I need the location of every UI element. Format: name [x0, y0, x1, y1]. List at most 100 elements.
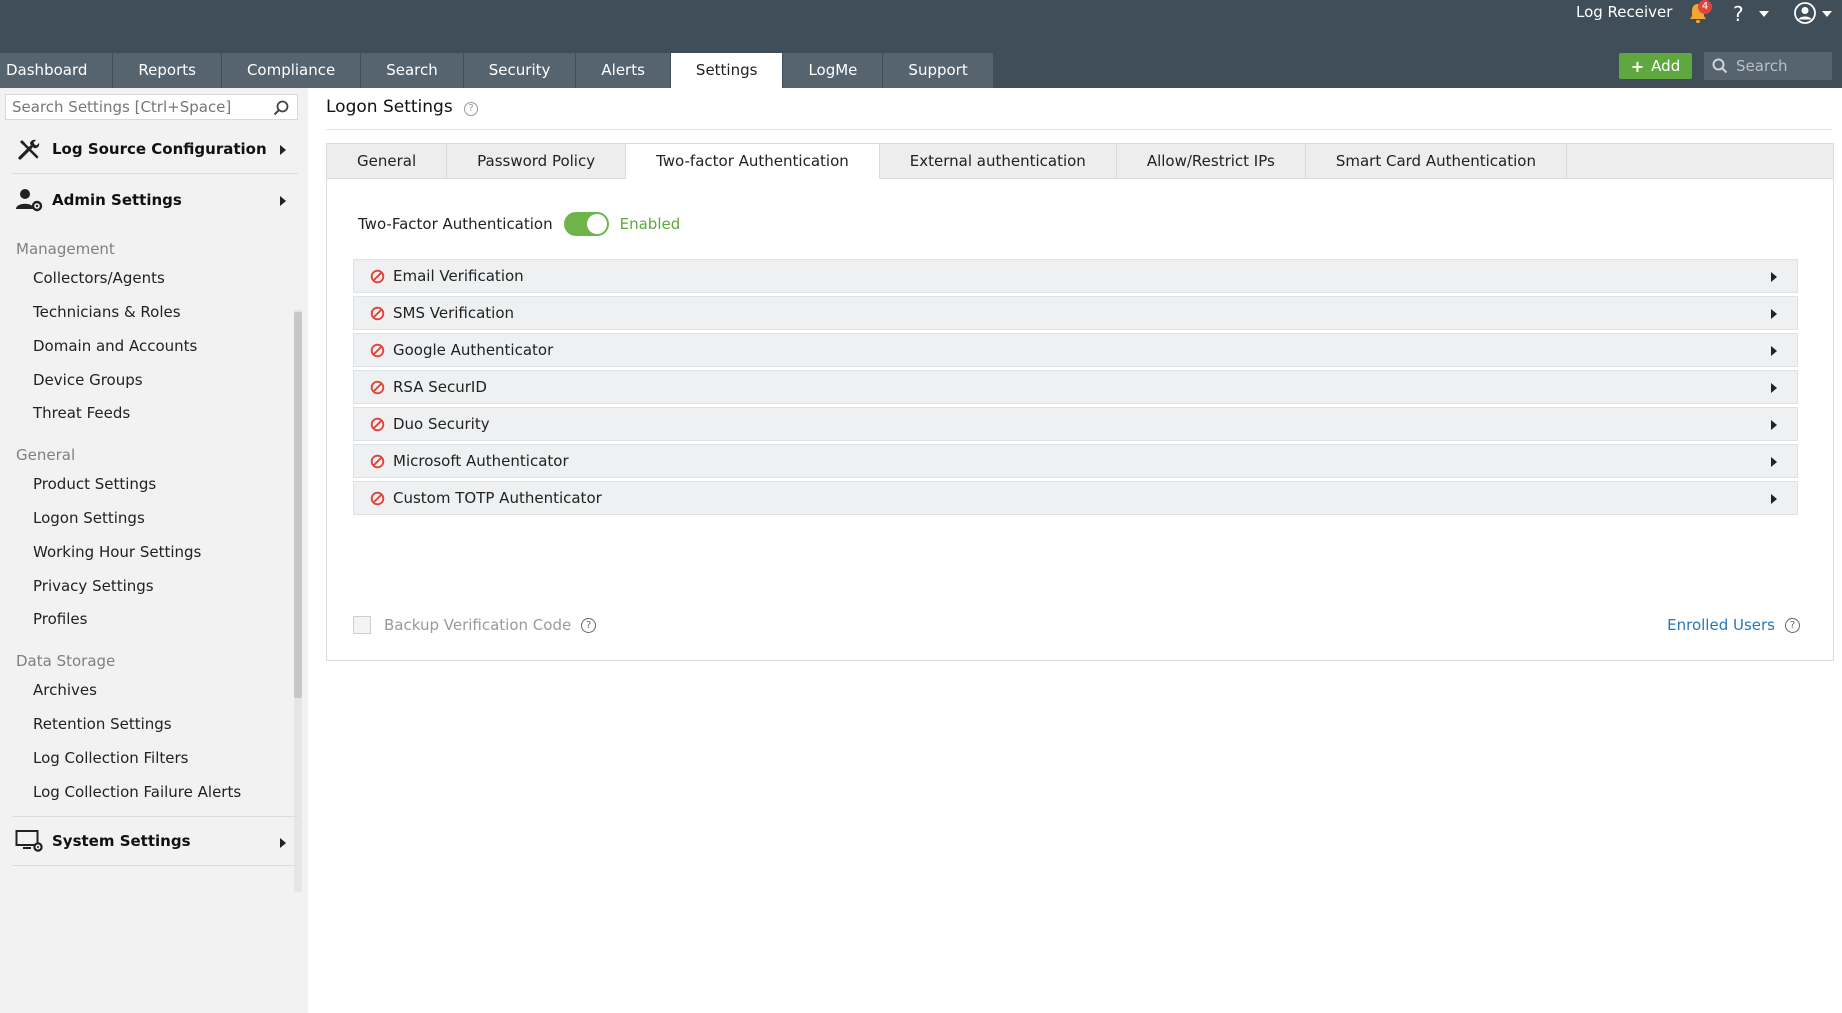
auth-method-name: SMS Verification	[393, 304, 515, 322]
help-icon[interactable]: ?	[1785, 617, 1800, 633]
sidebar-section-system[interactable]: System Settings	[12, 816, 298, 866]
disabled-icon	[370, 454, 385, 468]
sidebar-item-profiles[interactable]: Profiles	[33, 610, 87, 628]
search-icon	[1712, 58, 1728, 74]
sidebar-section-label: Admin Settings	[52, 191, 182, 209]
settings-search[interactable]	[5, 94, 298, 120]
sidebar-item-product-settings[interactable]: Product Settings	[33, 475, 156, 493]
nav-reports[interactable]: Reports	[113, 53, 222, 88]
auth-method-name: Duo Security	[393, 415, 490, 433]
nav-logme[interactable]: LogMe	[783, 53, 884, 88]
tab-smart-card-authentication[interactable]: Smart Card Authentication	[1306, 144, 1567, 178]
auth-method-duo-security[interactable]: Duo Security	[353, 407, 1798, 441]
log-receiver-link[interactable]: Log Receiver	[1576, 3, 1672, 21]
disabled-icon	[370, 491, 385, 505]
tab-external-authentication[interactable]: External authentication	[880, 144, 1117, 178]
logon-settings-tabs: General Password Policy Two-factor Authe…	[327, 144, 1833, 179]
sidebar-section-admin[interactable]: Admin Settings	[12, 175, 298, 225]
tab-allow-restrict-ips[interactable]: Allow/Restrict IPs	[1117, 144, 1306, 178]
sidebar-section-label: System Settings	[52, 832, 191, 850]
chevron-right-icon	[1771, 272, 1777, 282]
sidebar-item-threat-feeds[interactable]: Threat Feeds	[33, 404, 130, 422]
disabled-icon	[370, 380, 385, 394]
backup-code-checkbox[interactable]	[353, 616, 371, 634]
chevron-right-icon	[280, 145, 286, 155]
global-search-input[interactable]	[1736, 57, 1826, 75]
sidebar-item-privacy-settings[interactable]: Privacy Settings	[33, 577, 154, 595]
settings-search-input[interactable]	[6, 98, 266, 116]
auth-method-name: Email Verification	[393, 267, 524, 285]
auth-method-sms-verification[interactable]: SMS Verification	[353, 296, 1798, 330]
chevron-right-icon	[1771, 383, 1777, 393]
sidebar-item-retention-settings[interactable]: Retention Settings	[33, 715, 172, 733]
tab-general[interactable]: General	[327, 144, 448, 178]
auth-method-microsoft-authenticator[interactable]: Microsoft Authenticator	[353, 444, 1798, 478]
sidebar-item-log-collection-filters[interactable]: Log Collection Filters	[33, 749, 189, 767]
disabled-icon	[370, 343, 385, 357]
nav-support[interactable]: Support	[883, 53, 994, 88]
sidebar-item-technicians-roles[interactable]: Technicians & Roles	[33, 303, 181, 321]
enrolled-users-link[interactable]: Enrolled Users	[1667, 616, 1775, 634]
sidebar-item-archives[interactable]: Archives	[33, 681, 97, 699]
tab-password-policy[interactable]: Password Policy	[447, 144, 627, 178]
global-search[interactable]	[1704, 52, 1832, 80]
tools-icon	[14, 134, 44, 164]
monitor-gear-icon	[14, 826, 44, 856]
main-nav: Dashboard Reports Compliance Search Secu…	[0, 53, 994, 88]
auth-method-google-authenticator[interactable]: Google Authenticator	[353, 333, 1798, 367]
auth-method-rsa-securid[interactable]: RSA SecurID	[353, 370, 1798, 404]
main-content: Logon Settings ? General Password Policy…	[308, 88, 1842, 1013]
disabled-icon	[370, 269, 385, 283]
backup-code-row: Backup Verification Code ?	[353, 616, 597, 634]
disabled-icon	[370, 417, 385, 431]
user-avatar-icon[interactable]	[1794, 2, 1816, 24]
nav-security[interactable]: Security	[463, 53, 577, 88]
auth-method-name: Microsoft Authenticator	[393, 452, 569, 470]
disabled-icon	[370, 306, 385, 320]
sidebar-item-collectors-agents[interactable]: Collectors/Agents	[33, 269, 165, 287]
add-button-label: Add	[1651, 57, 1681, 75]
nav-search[interactable]: Search	[361, 53, 464, 88]
backup-code-label: Backup Verification Code	[384, 616, 572, 634]
user-caret-icon[interactable]	[1822, 11, 1832, 17]
auth-method-name: Custom TOTP Authenticator	[393, 489, 602, 507]
sidebar-item-log-collection-failure-alerts[interactable]: Log Collection Failure Alerts	[33, 783, 241, 801]
notification-count-badge: 4	[1698, 0, 1712, 14]
sidebar-section-log-source[interactable]: Log Source Configuration	[12, 124, 298, 174]
auth-method-email-verification[interactable]: Email Verification	[353, 259, 1798, 293]
chevron-right-icon	[1771, 309, 1777, 319]
chevron-right-icon	[1771, 346, 1777, 356]
chevron-right-icon	[1771, 494, 1777, 504]
auth-method-custom-totp-authenticator[interactable]: Custom TOTP Authenticator	[353, 481, 1798, 515]
help-icon[interactable]: ?	[581, 617, 597, 633]
nav-dashboard[interactable]: Dashboard	[0, 53, 114, 88]
auth-method-name: Google Authenticator	[393, 341, 554, 359]
search-icon[interactable]	[273, 100, 289, 116]
sidebar-item-domain-accounts[interactable]: Domain and Accounts	[33, 337, 197, 355]
tfa-toggle-row: Two-Factor Authentication Enabled	[358, 212, 680, 236]
sidebar-scrollbar-thumb[interactable]	[294, 312, 302, 698]
group-title-management: Management	[16, 240, 115, 258]
toggle-knob	[586, 214, 607, 234]
nav-settings[interactable]: Settings	[670, 53, 784, 88]
title-divider	[326, 129, 1832, 130]
add-button[interactable]: + Add	[1619, 53, 1692, 79]
tab-two-factor-authentication[interactable]: Two-factor Authentication	[626, 144, 880, 179]
enrolled-users: Enrolled Users ?	[1667, 616, 1800, 634]
page-title: Logon Settings	[326, 97, 453, 117]
group-title-general: General	[16, 446, 76, 464]
help-icon[interactable]: ?	[464, 102, 478, 116]
chevron-right-icon	[1771, 420, 1777, 430]
help-caret-icon[interactable]	[1759, 11, 1769, 17]
nav-alerts[interactable]: Alerts	[576, 53, 671, 88]
auth-method-name: RSA SecurID	[393, 378, 487, 396]
sidebar-item-device-groups[interactable]: Device Groups	[33, 371, 143, 389]
nav-compliance[interactable]: Compliance	[221, 53, 362, 88]
tfa-label: Two-Factor Authentication	[358, 215, 553, 233]
help-icon[interactable]: ?	[1733, 2, 1744, 26]
sidebar-item-logon-settings[interactable]: Logon Settings	[33, 509, 145, 527]
tfa-toggle[interactable]	[563, 212, 609, 236]
auth-methods-list: Email Verification SMS Verification Goog…	[353, 259, 1798, 518]
settings-sidebar: Log Source Configuration Admin Settings …	[0, 88, 308, 1013]
sidebar-item-working-hour-settings[interactable]: Working Hour Settings	[33, 543, 201, 561]
